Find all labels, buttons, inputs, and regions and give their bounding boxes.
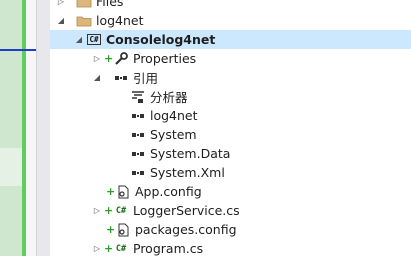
tree-item-ref-system[interactable]: System [50,125,411,144]
tree-item-label: System [150,127,197,142]
added-plus-icon: + [104,242,114,255]
tree-item-label: 引用 [133,71,159,86]
expand-arrow-icon[interactable]: ▷ [92,206,102,216]
left-editor-pane [0,0,22,256]
left-pane-highlight [0,148,22,186]
added-plus-icon: + [104,52,114,65]
tree-item-references[interactable]: ◢ 引用 [50,68,411,87]
reference-icon [130,109,146,123]
pane-splitter[interactable] [36,0,50,256]
reference-icon [130,166,146,180]
tree-item-ref-system-xml[interactable]: System.Xml [50,163,411,182]
tree-item-packages-config[interactable]: + packages.config [50,220,411,239]
folder-icon [76,0,92,9]
tree-item-analyzers[interactable]: 分析器 [50,87,411,106]
tree-item-ref-log4net[interactable]: log4net [50,106,411,125]
added-plus-icon: + [104,204,114,217]
analyzer-icon [130,90,146,104]
csharp-file-icon: C# [115,243,127,254]
wrench-icon [113,51,129,66]
expand-arrow-icon[interactable]: ▷ [56,0,66,7]
reference-icon [130,128,146,142]
config-file-icon [115,223,131,237]
tree-item-label: Properties [133,51,197,66]
csharp-project-icon: C# [87,34,101,45]
tree-item-label: System.Xml [150,165,225,180]
tree-item-loggerservice-cs[interactable]: ▷ + C# LoggerService.cs [50,201,411,220]
references-icon [113,71,129,85]
expand-arrow-icon[interactable]: ▷ [92,244,102,254]
config-file-icon [115,185,131,199]
tree-item-label: Program.cs [133,241,204,256]
editor-gutter [26,0,36,256]
tree-item-label: Consolelog4net [106,32,216,47]
tree-item-properties[interactable]: ▷ + Properties [50,49,411,68]
tree-item-ref-system-data[interactable]: System.Data [50,144,411,163]
added-plus-icon: + [106,223,116,236]
tree-item-label: Files [96,0,124,9]
tree-item-label: System.Data [150,146,231,161]
expand-arrow-icon[interactable]: ▷ [92,54,102,64]
collapse-arrow-icon[interactable]: ◢ [92,73,102,83]
tree-item-log4net-folder[interactable]: ◢ log4net [50,11,411,30]
tree-item-label: log4net [96,13,144,28]
tree-item-app-config[interactable]: + App.config [50,182,411,201]
collapse-arrow-icon[interactable]: ◢ [74,35,84,45]
csharp-file-icon: C# [115,205,127,216]
caret-line-marker [0,49,36,51]
tree-item-files[interactable]: ▷ Files [50,0,411,11]
tree-item-project[interactable]: ◢ C# Consolelog4net [50,30,411,49]
tree-item-label: LoggerService.cs [133,203,240,218]
collapse-arrow-icon[interactable]: ◢ [56,16,66,26]
solution-explorer-tree: ▷ Files ◢ log4net ◢ C# Consolelog4net ▷ … [50,0,411,256]
tree-item-label: packages.config [135,222,237,237]
tree-item-label: 分析器 [150,90,188,105]
tree-item-program-cs[interactable]: ▷ + C# Program.cs [50,239,411,258]
tree-item-label: log4net [150,108,198,123]
tree-item-label: App.config [135,184,202,199]
folder-icon [76,14,92,28]
reference-icon [130,147,146,161]
added-plus-icon: + [106,185,116,198]
